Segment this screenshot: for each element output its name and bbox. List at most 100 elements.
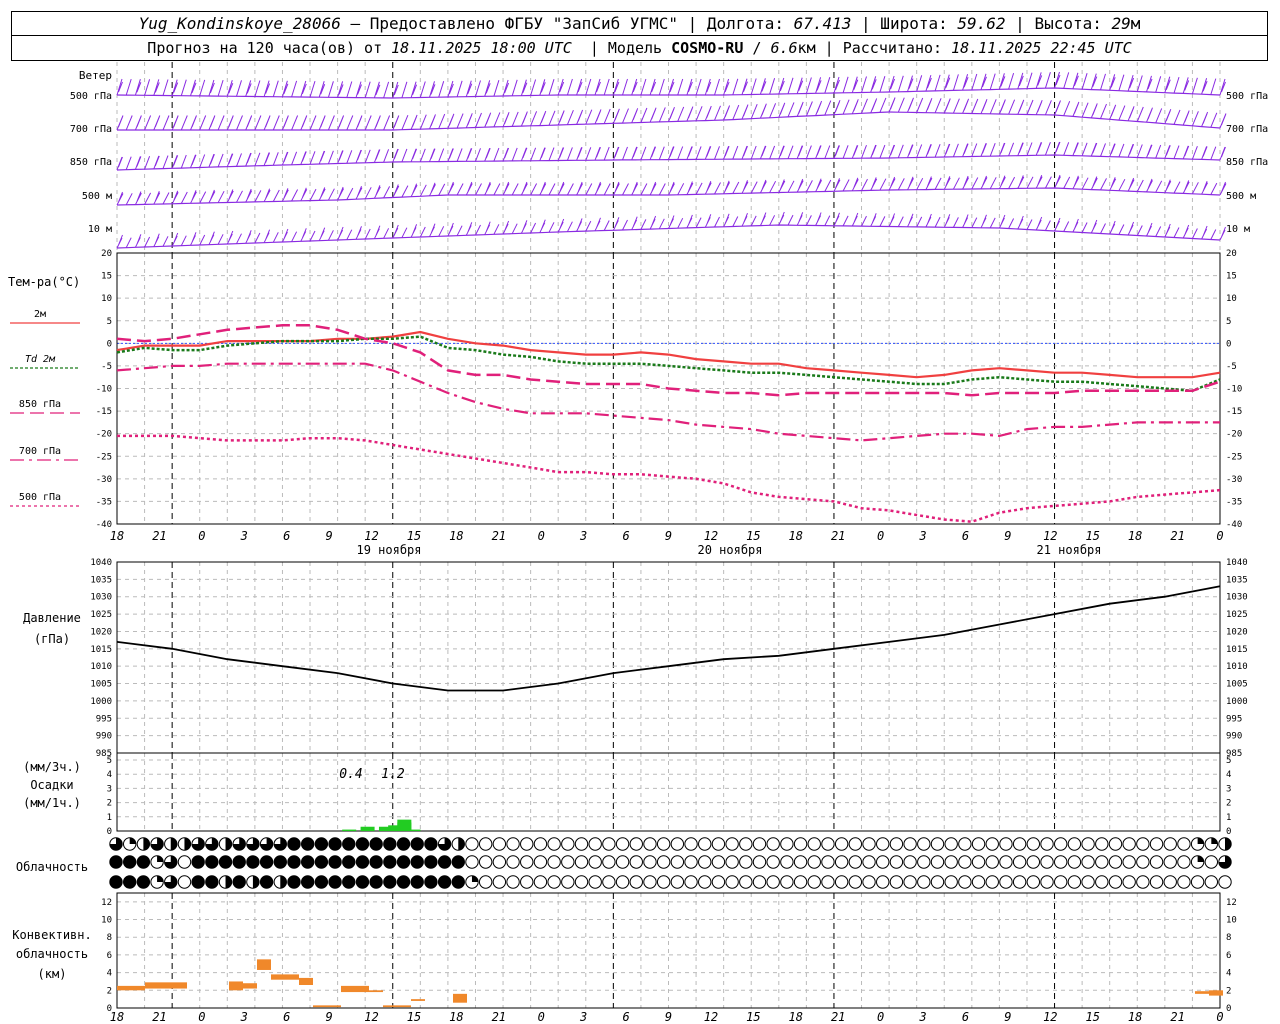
cloud-cover-symbol: [725, 855, 739, 869]
cloud-cover-symbol: [478, 837, 493, 851]
cloud-cover-symbol: [561, 875, 575, 889]
temp-legend-label: Td 2м: [25, 354, 56, 365]
cloud-cover-symbol: [602, 837, 616, 851]
cloud-cover-symbol: [834, 855, 849, 869]
cloud-cover-fill: [246, 855, 260, 869]
pressure-ytick: 1040: [90, 558, 112, 568]
conv-bar: [117, 985, 145, 991]
precip-bar: [360, 826, 375, 831]
pressure-ytick: 1010: [90, 662, 112, 672]
cloud-cover-symbol: [643, 837, 657, 851]
cloud-cover-symbol: [177, 855, 192, 869]
cloud-cover-symbol: [1108, 855, 1123, 869]
time-tick-label-bottom: 0: [877, 1010, 884, 1024]
time-tick-label-bottom: 6: [283, 1010, 290, 1024]
cloud-cover-symbol: [1204, 875, 1219, 889]
conv-ytick-right: 4: [1226, 969, 1231, 979]
cloud-cover-fill: [233, 855, 246, 869]
temp-ytick-right: -30: [1226, 475, 1242, 485]
cloud-cover-symbol: [588, 875, 602, 889]
precip-ytick-right: 2: [1226, 799, 1231, 809]
cloud-cover-fill: [452, 855, 465, 869]
time-tick-label: 0: [877, 529, 884, 543]
pressure-ytick-right: 1020: [1226, 627, 1248, 637]
cloud-cover-symbol: [1026, 875, 1041, 889]
cloud-cover-symbol: [602, 855, 616, 869]
cloud-cover-fill: [356, 855, 369, 869]
cloud-cover-symbol: [492, 875, 507, 889]
pressure-ytick: 1030: [90, 593, 112, 603]
cloud-cover-symbol: [821, 855, 835, 869]
conv-bar: [243, 983, 257, 989]
cloud-cover-fill: [383, 837, 397, 851]
time-tick-label-bottom: 12: [1043, 1010, 1057, 1024]
cloud-cover-symbol: [711, 837, 726, 851]
temp-ytick: -20: [96, 430, 112, 440]
cloud-cover-fill: [471, 875, 479, 882]
cloud-cover-symbol: [958, 837, 972, 851]
cloud-cover-symbol: [711, 875, 726, 889]
time-tick-label: 15: [407, 529, 421, 543]
time-tick-label: 18: [789, 529, 803, 543]
cloud-cover-symbol: [1040, 837, 1054, 851]
pressure-ytick: 1035: [90, 575, 112, 585]
cloud-cover-symbol: [1095, 855, 1109, 869]
precip-ytick: 1: [107, 813, 112, 823]
cloud-cover-symbol: [876, 855, 890, 869]
cloud-cover-symbol: [752, 855, 767, 869]
cloud-cover-symbol: [478, 875, 493, 889]
wind-barbs-row: [116, 71, 1226, 99]
cloud-cover-symbol: [917, 855, 931, 869]
cloud-cover-symbol: [1040, 875, 1054, 889]
time-tick-label-bottom: 3: [240, 1010, 248, 1024]
cloud-cover-fill: [315, 855, 328, 869]
precip-ytick-right: 1: [1226, 813, 1231, 823]
conv-bar: [411, 999, 425, 1001]
cloud-cover-symbol: [506, 855, 520, 869]
cloud-cover-fill: [123, 855, 136, 869]
cloud-cover-fill: [315, 837, 328, 851]
temp-ytick-right: 10: [1226, 294, 1237, 304]
cloud-cover-symbol: [670, 875, 685, 889]
cloud-cover-fill: [287, 875, 301, 889]
time-tick-label-bottom: 6: [622, 1010, 629, 1024]
cloud-cover-symbol: [766, 837, 780, 851]
temp-ytick-right: -5: [1226, 362, 1237, 372]
conv-bar: [271, 974, 299, 980]
wind-barbs-row: [116, 97, 1227, 131]
time-tick-label: 18: [1128, 529, 1142, 543]
cloud-cover-fill: [315, 875, 328, 889]
pressure-ytick-right: 1025: [1226, 610, 1248, 620]
cloud-cover-symbol: [1177, 855, 1191, 869]
conv-title-1: Конвективн.: [12, 928, 91, 942]
cloud-cover-fill: [129, 837, 136, 844]
cloud-cover-fill: [328, 855, 342, 869]
cloud-cover-fill: [260, 875, 273, 889]
cloud-cover-symbol: [533, 875, 548, 889]
time-tick-label-bottom: 9: [665, 1010, 672, 1024]
cloud-cover-symbol: [656, 875, 671, 889]
temp-ytick: 5: [107, 317, 112, 327]
cloud-cover-symbol: [1122, 837, 1136, 851]
cloud-cover-symbol: [629, 837, 643, 851]
cloud-cover-symbol: [1163, 855, 1177, 869]
time-tick-label: 18: [110, 529, 124, 543]
cloud-cover-fill: [342, 837, 355, 851]
meteogram: Ветер 500 гПа 500 гПа 700 гПа 700 гПа 850 гПа…: [8, 62, 1268, 1024]
cloud-cover-symbol: [629, 855, 643, 869]
cloud-cover-symbol: [1067, 875, 1082, 889]
cloud-cover-symbol: [629, 875, 643, 889]
cloud-cover-symbol: [465, 837, 479, 851]
cloud-cover-symbol: [547, 855, 561, 869]
cloud-cover-symbol: [999, 875, 1013, 889]
cloud-cover-symbol: [520, 837, 534, 851]
cloud-cover-fill: [301, 875, 314, 889]
cloud-cover-symbol: [711, 855, 726, 869]
wind-level-label: 10 м: [88, 224, 112, 235]
cloud-cover-symbol: [944, 875, 958, 889]
precip-ytick: 2: [107, 799, 112, 809]
cloud-cover-fill: [1197, 837, 1204, 844]
cloud-cover-symbol: [1095, 875, 1109, 889]
cloud-cover-fill: [205, 855, 219, 869]
cloud-cover-symbol: [766, 875, 780, 889]
